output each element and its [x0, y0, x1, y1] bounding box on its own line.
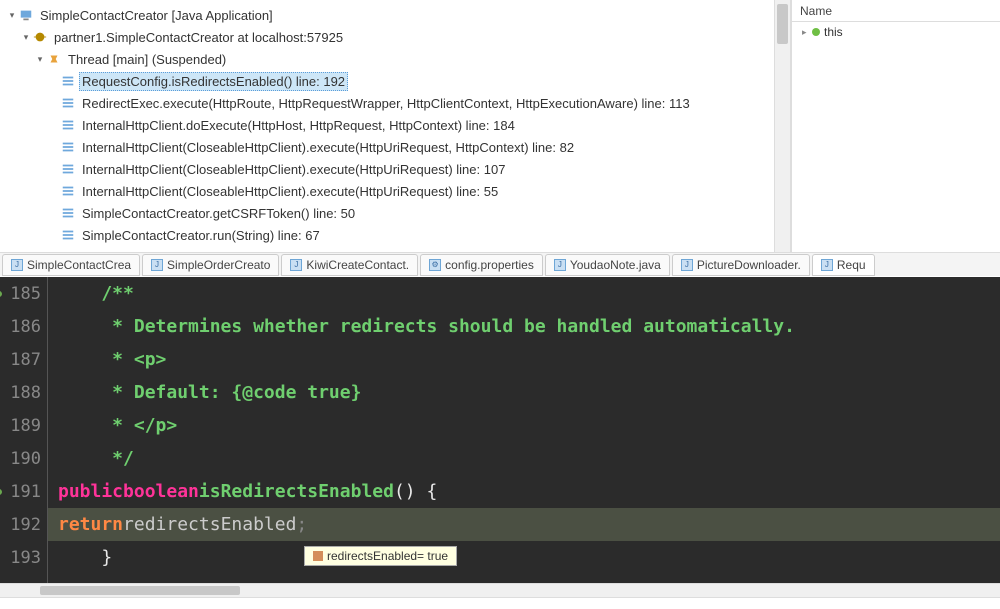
stack-frame-label: RedirectExec.execute(HttpRoute, HttpRequ…	[79, 94, 693, 113]
tab-kiwicreatecontact[interactable]: J KiwiCreateContact.	[281, 254, 418, 276]
tree-node-process[interactable]: ▾ partner1.SimpleContactCreator at local…	[6, 26, 790, 48]
stack-frame-icon	[60, 161, 76, 177]
tab-label: SimpleOrderCreato	[167, 258, 270, 272]
debug-stack-panel: ▾ SimpleContactCreator [Java Application…	[0, 0, 790, 252]
stack-frame-icon	[60, 183, 76, 199]
tab-config-properties[interactable]: ⚙ config.properties	[420, 254, 543, 276]
code-line[interactable]: */	[48, 442, 1000, 475]
code-line[interactable]: * </p>	[48, 409, 1000, 442]
stack-frame[interactable]: InternalHttpClient(CloseableHttpClient).…	[6, 158, 790, 180]
java-file-icon: J	[151, 259, 163, 271]
code-line[interactable]: /**	[48, 277, 1000, 310]
tree-node-app[interactable]: ▾ SimpleContactCreator [Java Application…	[6, 4, 790, 26]
variables-header[interactable]: Name	[792, 0, 1000, 22]
tab-youdaonote[interactable]: J YoudaoNote.java	[545, 254, 670, 276]
expand-icon[interactable]: ▾	[6, 10, 18, 21]
tab-label: SimpleContactCrea	[27, 258, 131, 272]
tab-simpleordercreato[interactable]: J SimpleOrderCreato	[142, 254, 279, 276]
tab-label: config.properties	[445, 258, 534, 272]
java-file-icon: J	[681, 259, 693, 271]
line-number[interactable]: 193	[0, 541, 47, 574]
stack-frame[interactable]: RequestConfig.isRedirectsEnabled() line:…	[6, 70, 790, 92]
tab-label: YoudaoNote.java	[570, 258, 661, 272]
code-line[interactable]: public boolean isRedirectsEnabled() {	[48, 475, 1000, 508]
java-file-icon: J	[11, 259, 23, 271]
line-number[interactable]: 191	[0, 475, 47, 508]
java-file-icon: J	[821, 259, 833, 271]
line-number[interactable]: 190	[0, 442, 47, 475]
stack-frame-icon	[60, 95, 76, 111]
tree-label: partner1.SimpleContactCreator at localho…	[51, 28, 346, 47]
thread-icon	[46, 51, 62, 67]
line-number[interactable]: 185	[0, 277, 47, 310]
expand-icon[interactable]: ▾	[34, 54, 46, 65]
editor-tabs: JSimpleContactCrea JSimpleOrderCreato JK…	[0, 252, 1000, 276]
properties-file-icon: ⚙	[429, 259, 441, 271]
stack-frame-label: InternalHttpClient.doExecute(HttpHost, H…	[79, 116, 518, 135]
variable-row[interactable]: ▸ this	[792, 22, 1000, 42]
tree-label: SimpleContactCreator [Java Application]	[37, 6, 276, 25]
stack-frame-label: SimpleContactCreator.getCSRFToken() line…	[79, 204, 358, 223]
stack-frame[interactable]: SimpleContactCreator.getCSRFToken() line…	[6, 202, 790, 224]
vertical-scrollbar[interactable]	[774, 0, 790, 252]
variable-name: this	[824, 25, 843, 39]
tree-label: Thread [main] (Suspended)	[65, 50, 229, 69]
variable-tooltip: redirectsEnabled= true	[304, 546, 457, 566]
stack-frame-icon	[60, 73, 76, 89]
line-number[interactable]: 186	[0, 310, 47, 343]
stack-frame-icon	[60, 139, 76, 155]
stack-frame-icon	[60, 227, 76, 243]
scrollbar-thumb[interactable]	[40, 586, 240, 595]
code-line[interactable]: * Determines whether redirects should be…	[48, 310, 1000, 343]
expand-icon[interactable]: ▸	[802, 27, 812, 38]
code-line[interactable]: }	[48, 541, 1000, 574]
stack-frame-label: InternalHttpClient(CloseableHttpClient).…	[79, 182, 501, 201]
bug-icon	[32, 29, 48, 45]
variables-panel: Name ▸ this	[790, 0, 1000, 252]
stack-frame-icon	[60, 205, 76, 221]
stack-frame[interactable]: InternalHttpClient(CloseableHttpClient).…	[6, 180, 790, 202]
stack-frame[interactable]: SimpleContactCreator.run(String) line: 6…	[6, 224, 790, 246]
field-icon	[313, 551, 323, 561]
debug-tree[interactable]: ▾ SimpleContactCreator [Java Application…	[0, 0, 790, 252]
tab-requ[interactable]: J Requ	[812, 254, 875, 276]
stack-frame[interactable]: RedirectExec.execute(HttpRoute, HttpRequ…	[6, 92, 790, 114]
line-number[interactable]: 188	[0, 376, 47, 409]
tooltip-text: redirectsEnabled= true	[327, 549, 448, 563]
stack-frame[interactable]: InternalHttpClient.doExecute(HttpHost, H…	[6, 114, 790, 136]
java-file-icon: J	[554, 259, 566, 271]
gutter[interactable]: 185186187188189190191192193	[0, 277, 48, 584]
code-line[interactable]: * <p>	[48, 343, 1000, 376]
tab-label: KiwiCreateContact.	[306, 258, 409, 272]
code-area[interactable]: /** * Determines whether redirects shoul…	[48, 277, 1000, 584]
code-line[interactable]: return redirectsEnabled;	[48, 508, 1000, 541]
line-number[interactable]: 187	[0, 343, 47, 376]
expand-icon[interactable]: ▾	[20, 32, 32, 43]
code-line[interactable]: * Default: {@code true}	[48, 376, 1000, 409]
stack-frame[interactable]: InternalHttpClient(CloseableHttpClient).…	[6, 136, 790, 158]
tab-picturedownloader[interactable]: J PictureDownloader.	[672, 254, 810, 276]
code-editor[interactable]: 185186187188189190191192193 /** * Determ…	[0, 277, 1000, 584]
horizontal-scrollbar[interactable]	[0, 583, 1000, 597]
java-file-icon: J	[290, 259, 302, 271]
stack-frame-label: SimpleContactCreator.run(String) line: 6…	[79, 226, 323, 245]
line-number[interactable]: 189	[0, 409, 47, 442]
variable-icon	[812, 28, 820, 36]
application-icon	[18, 7, 34, 23]
tab-simplecontactcrea[interactable]: J SimpleContactCrea	[2, 254, 140, 276]
stack-frame-label: RequestConfig.isRedirectsEnabled() line:…	[79, 72, 348, 91]
stack-frame-label: InternalHttpClient(CloseableHttpClient).…	[79, 138, 577, 157]
tab-label: PictureDownloader.	[697, 258, 801, 272]
tab-label: Requ	[837, 258, 866, 272]
line-number[interactable]: 192	[0, 508, 47, 541]
tree-node-thread[interactable]: ▾ Thread [main] (Suspended)	[6, 48, 790, 70]
stack-frame-icon	[60, 117, 76, 133]
stack-frame-label: InternalHttpClient(CloseableHttpClient).…	[79, 160, 508, 179]
scrollbar-thumb[interactable]	[777, 4, 788, 44]
bottom-bar	[0, 597, 1000, 609]
